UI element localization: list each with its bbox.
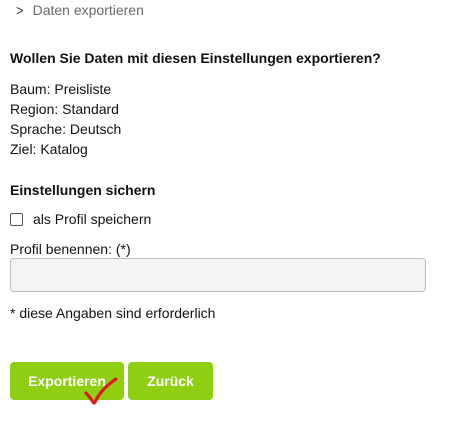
confirm-question: Wollen Sie Daten mit diesen Einstellunge… [10, 50, 381, 66]
save-profile-option[interactable]: als Profil speichern [10, 211, 151, 227]
save-profile-checkbox[interactable] [10, 212, 23, 226]
summary-target: Ziel: Katalog [10, 141, 88, 157]
summary-region: Region: Standard [10, 101, 119, 117]
summary-tree: Baum: Preisliste [10, 81, 112, 97]
required-note: * diese Angaben sind erforderlich [10, 305, 216, 321]
profile-name-input[interactable] [10, 258, 426, 292]
chevron-right-icon: > [16, 1, 24, 19]
back-button[interactable]: Zurück [128, 362, 213, 400]
summary-language: Sprache: Deutsch [10, 121, 122, 137]
breadcrumb-label[interactable]: Daten exportieren [33, 2, 144, 18]
section-title-save-settings: Einstellungen sichern [10, 182, 156, 198]
profile-name-label: Profil benennen: (*) [10, 241, 131, 257]
save-profile-label[interactable]: als Profil speichern [33, 211, 151, 227]
red-checkmark-icon [84, 377, 118, 405]
breadcrumb: > Daten exportieren [16, 1, 144, 19]
settings-summary: Baum: Preisliste Region: Standard Sprach… [10, 79, 121, 159]
